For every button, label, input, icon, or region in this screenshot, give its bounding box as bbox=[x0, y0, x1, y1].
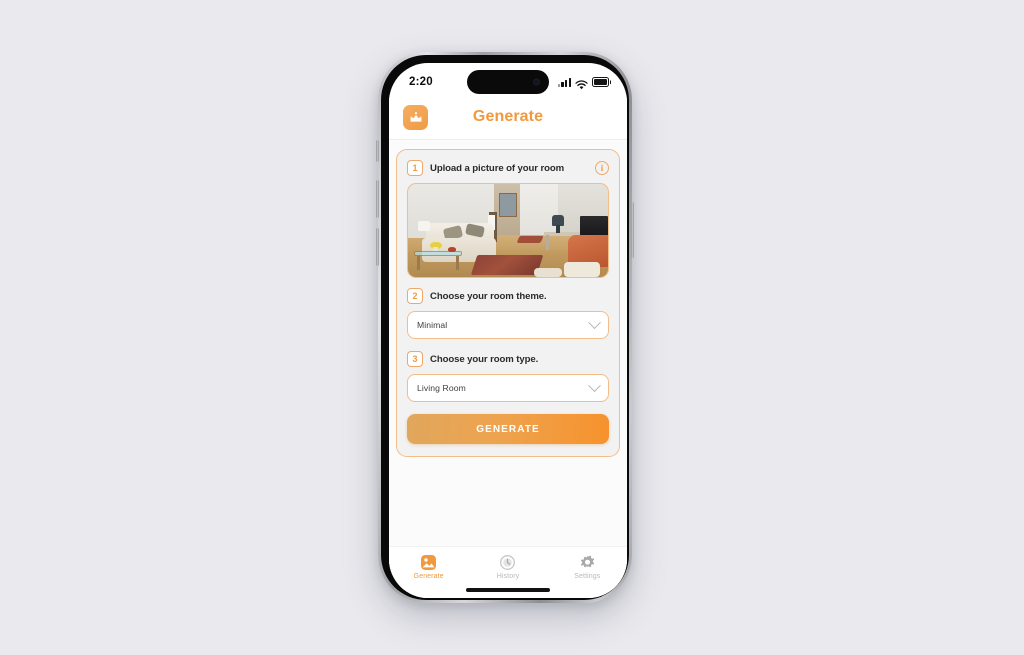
page-body: 1 Upload a picture of your room i 2 Choo… bbox=[389, 140, 627, 598]
clock-history-icon bbox=[499, 553, 517, 571]
room-theme-select[interactable]: Minimal bbox=[407, 311, 609, 339]
cellular-signal-icon bbox=[557, 77, 571, 87]
step-2-row: 2 Choose your room theme. bbox=[407, 288, 609, 304]
info-circle-icon[interactable]: i bbox=[595, 161, 609, 175]
chevron-down-icon bbox=[588, 315, 601, 329]
tab-settings[interactable]: Settings bbox=[548, 553, 627, 580]
room-type-value: Living Room bbox=[417, 383, 466, 393]
front-camera-icon bbox=[533, 78, 540, 86]
volume-down-button[interactable] bbox=[376, 228, 379, 266]
image-photo-icon bbox=[420, 553, 438, 571]
tab-history-label: History bbox=[496, 573, 520, 580]
gear-icon bbox=[578, 553, 596, 571]
step-1-badge: 1 bbox=[407, 160, 423, 176]
volume-up-button[interactable] bbox=[376, 180, 379, 218]
living-room-photo bbox=[408, 184, 608, 277]
wifi-icon bbox=[575, 77, 588, 90]
tab-settings-label: Settings bbox=[574, 573, 601, 580]
crown-logo-icon[interactable] bbox=[403, 104, 428, 130]
battery-icon bbox=[592, 77, 609, 87]
home-indicator[interactable] bbox=[466, 588, 550, 592]
step-3-label: Choose your room type. bbox=[430, 353, 539, 365]
step-2-badge: 2 bbox=[407, 288, 423, 304]
step-3-badge: 3 bbox=[407, 351, 423, 367]
step-2-label: Choose your room theme. bbox=[430, 290, 547, 302]
silent-switch-button[interactable] bbox=[376, 140, 379, 162]
app-header: Generate bbox=[389, 95, 627, 139]
phone-screen: 2:20 Generate 1 Upload a picture of your… bbox=[389, 63, 627, 598]
bottom-tab-bar: Generate History Settings bbox=[389, 546, 627, 598]
tab-history[interactable]: History bbox=[468, 553, 547, 580]
dynamic-island bbox=[467, 70, 549, 94]
phone-bezel: 2:20 Generate 1 Upload a picture of your… bbox=[381, 55, 629, 600]
phone-device-frame: 2:20 Generate 1 Upload a picture of your… bbox=[376, 52, 634, 603]
room-photo-upload[interactable] bbox=[407, 183, 609, 278]
step-3-row: 3 Choose your room type. bbox=[407, 351, 609, 367]
room-type-select[interactable]: Living Room bbox=[407, 374, 609, 402]
chevron-down-icon bbox=[588, 378, 601, 392]
step-1-row: 1 Upload a picture of your room i bbox=[407, 160, 609, 176]
room-theme-value: Minimal bbox=[417, 320, 448, 330]
status-indicators bbox=[557, 77, 609, 90]
tab-generate[interactable]: Generate bbox=[389, 553, 468, 580]
power-button[interactable] bbox=[631, 202, 634, 258]
step-1-label: Upload a picture of your room bbox=[430, 162, 565, 174]
tab-generate-label: Generate bbox=[413, 573, 444, 580]
generate-button[interactable]: GENERATE bbox=[407, 414, 609, 444]
generate-form-card: 1 Upload a picture of your room i 2 Choo… bbox=[396, 149, 620, 457]
status-time: 2:20 bbox=[409, 76, 433, 88]
status-bar: 2:20 bbox=[389, 63, 627, 95]
